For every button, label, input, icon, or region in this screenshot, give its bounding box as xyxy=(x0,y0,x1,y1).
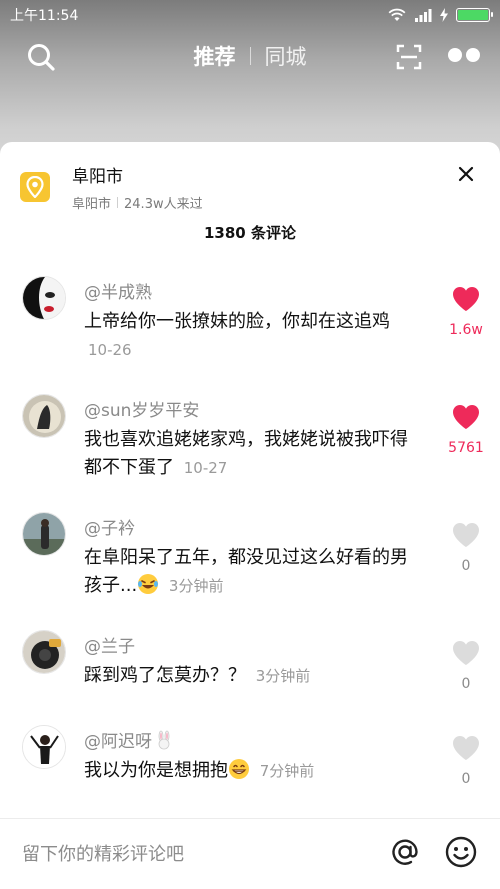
like-count: 5761 xyxy=(448,440,484,456)
comment-input[interactable] xyxy=(22,839,362,869)
top-nav: 推荐 同城 xyxy=(0,32,500,80)
tab-local[interactable]: 同城 xyxy=(265,41,307,71)
like-button[interactable]: 0 xyxy=(442,522,490,574)
signal-icon xyxy=(415,9,432,22)
comment-username[interactable]: @半成熟 xyxy=(84,278,152,303)
comment-text: 在阜阳呆了五年，都没见过这么好看的男孩子... 3分钟前 xyxy=(84,544,424,600)
scan-icon[interactable] xyxy=(396,44,422,70)
location-subtitle: 阜阳市 24.3w人来过 xyxy=(72,193,203,212)
like-button[interactable]: 5761 xyxy=(442,404,490,456)
rabbit-emoji-icon xyxy=(158,730,170,750)
location-pin-icon xyxy=(20,172,50,202)
close-button[interactable] xyxy=(454,162,478,186)
avatar[interactable] xyxy=(22,630,66,674)
like-button[interactable]: 0 xyxy=(442,640,490,692)
status-bar: 上午11:54 xyxy=(0,0,500,30)
comment-username[interactable]: @sun岁岁平安 xyxy=(84,396,199,421)
comment-text: 踩到鸡了怎莫办？？ 3分钟前 xyxy=(84,662,424,690)
location-row[interactable]: 阜阳市 阜阳市 24.3w人来过 xyxy=(20,162,203,212)
nav-tabs: 推荐 同城 xyxy=(194,41,307,71)
avatar[interactable] xyxy=(22,276,66,320)
comment-body: 我以为你是想拥抱 xyxy=(84,760,228,781)
comment-text: 上帝给你一张撩妹的脸，你却在这追鸡 10-26 xyxy=(84,308,424,364)
live-dots-icon[interactable] xyxy=(448,48,480,62)
comment-body: 上帝给你一张撩妹的脸，你却在这追鸡 xyxy=(84,311,390,332)
comment-body: 踩到鸡了怎莫办？？ xyxy=(84,665,246,686)
location-visitors: 24.3w人来过 xyxy=(124,197,203,212)
avatar[interactable] xyxy=(22,394,66,438)
location-city: 阜阳市 xyxy=(72,197,112,212)
search-icon[interactable] xyxy=(26,42,56,72)
comment-time: 10-27 xyxy=(183,459,228,477)
comment-text: 我也喜欢追姥姥家鸡，我姥姥说被我吓得都不下蛋了 10-27 xyxy=(84,426,424,482)
like-count: 1.6w xyxy=(449,322,483,338)
avatar[interactable] xyxy=(22,512,66,556)
comment-username[interactable]: @兰子 xyxy=(84,632,135,657)
battery-icon xyxy=(456,8,493,22)
like-count: 0 xyxy=(461,676,471,692)
heart-icon xyxy=(453,736,479,760)
comment-username[interactable]: @子衿 xyxy=(84,514,135,539)
comment-input-bar xyxy=(0,818,500,889)
like-button[interactable]: 1.6w xyxy=(442,286,490,338)
location-title: 阜阳市 xyxy=(72,167,123,187)
laugh-cry-emoji-icon xyxy=(138,574,159,594)
comment-time: 3分钟前 xyxy=(168,577,224,595)
comment-text: 我以为你是想拥抱 7分钟前 xyxy=(84,757,424,785)
avatar[interactable] xyxy=(22,725,66,769)
charging-icon xyxy=(440,8,448,22)
comment-body: 我也喜欢追姥姥家鸡，我姥姥说被我吓得都不下蛋了 xyxy=(84,429,408,478)
heart-icon xyxy=(453,641,479,665)
close-icon xyxy=(458,166,474,182)
like-count: 0 xyxy=(461,771,471,787)
heart-icon xyxy=(453,523,479,547)
wifi-icon xyxy=(388,8,406,21)
comment-username[interactable]: @阿迟呀 xyxy=(84,727,174,752)
comment-username-text: @阿迟呀 xyxy=(84,732,152,752)
like-button[interactable]: 0 xyxy=(442,735,490,787)
tab-divider xyxy=(249,47,251,65)
like-count: 0 xyxy=(461,558,471,574)
heart-icon xyxy=(453,405,479,429)
emoji-picker-icon[interactable] xyxy=(444,835,478,869)
comment-body: 在阜阳呆了五年，都没见过这么好看的男孩子... xyxy=(84,547,408,596)
status-icons xyxy=(388,8,493,22)
comment-sheet: 阜阳市 阜阳市 24.3w人来过 1380 条评论 @半成熟 上帝给你一张撩妹的… xyxy=(0,142,500,889)
comment-count: 1380 条评论 xyxy=(204,224,296,242)
status-time: 上午11:54 xyxy=(10,8,79,24)
at-mention-icon[interactable] xyxy=(388,835,422,869)
location-divider xyxy=(117,197,119,208)
heart-icon xyxy=(453,287,479,311)
comment-time: 3分钟前 xyxy=(255,667,311,685)
tab-recommend[interactable]: 推荐 xyxy=(194,41,236,71)
grin-emoji-icon xyxy=(229,759,249,779)
comment-time: 10-26 xyxy=(88,341,132,359)
comment-time: 7分钟前 xyxy=(259,762,315,780)
